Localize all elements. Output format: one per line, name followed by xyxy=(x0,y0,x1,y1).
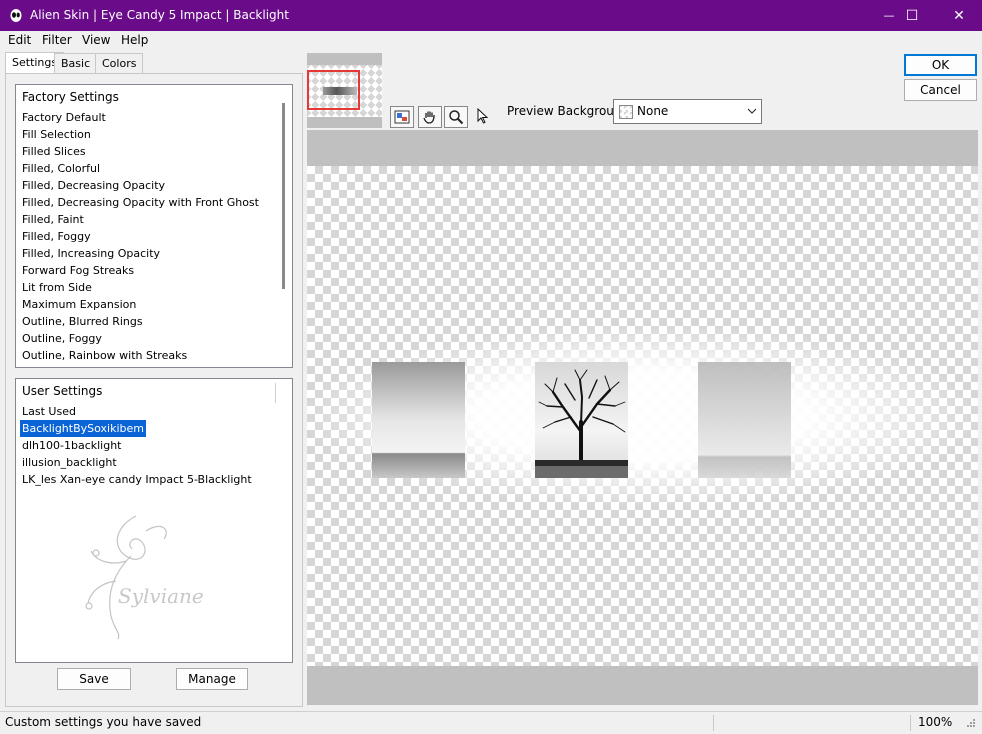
list-item[interactable]: Outline, Foggy xyxy=(22,330,102,347)
list-item[interactable]: Fill Selection xyxy=(22,126,91,143)
hand-icon xyxy=(423,111,435,124)
list-item[interactable]: Outline, Blurred Rings xyxy=(22,313,143,330)
menu-view[interactable]: View xyxy=(82,33,110,47)
navigator-thumbnail[interactable] xyxy=(307,53,382,128)
close-icon: ✕ xyxy=(953,7,965,24)
title-bar[interactable]: Alien Skin | Eye Candy 5 Impact | Backli… xyxy=(0,0,982,31)
preview-toggle-icon xyxy=(394,110,410,124)
close-button[interactable]: ✕ xyxy=(936,0,982,31)
list-item[interactable]: Maximum Expansion xyxy=(22,296,136,313)
swatch-icon xyxy=(619,105,633,119)
list-item[interactable]: Filled, Decreasing Opacity with Front Gh… xyxy=(22,194,259,211)
menu-help[interactable]: Help xyxy=(121,33,148,47)
preview-background-value: None xyxy=(637,104,669,118)
preview-area[interactable] xyxy=(307,130,978,705)
preview-toggle-button[interactable] xyxy=(390,106,414,128)
arrow-pointer-icon xyxy=(477,108,489,124)
ok-button[interactable]: OK xyxy=(904,54,977,76)
factory-list-scrollbar[interactable] xyxy=(282,103,285,289)
save-button[interactable]: Save xyxy=(57,668,131,690)
zoom-level: 100% xyxy=(918,715,953,729)
list-item[interactable]: LK_les Xan-eye candy Impact 5-Blacklight xyxy=(22,471,252,488)
magnifier-icon xyxy=(449,110,464,125)
tree-silhouette xyxy=(535,369,628,478)
list-item[interactable]: Filled, Colorful xyxy=(22,160,100,177)
status-separator xyxy=(713,715,714,731)
status-separator xyxy=(910,715,911,731)
list-item[interactable]: Filled, Increasing Opacity xyxy=(22,245,160,262)
user-settings-list[interactable]: User Settings Last Used BacklightBySoxik… xyxy=(15,378,293,663)
preview-canvas[interactable] xyxy=(307,166,978,666)
maximize-icon: ☐ xyxy=(905,7,919,24)
list-item[interactable]: Filled, Decreasing Opacity xyxy=(22,177,165,194)
list-item[interactable]: Factory Default xyxy=(22,109,106,126)
list-item[interactable]: dlh100-1backlight xyxy=(22,437,122,454)
user-settings-header: User Settings xyxy=(22,384,103,398)
cancel-button[interactable]: Cancel xyxy=(904,79,977,101)
list-item[interactable]: Outline, Rainbow with Streaks xyxy=(22,347,187,364)
menu-filter[interactable]: Filter xyxy=(42,33,72,47)
maximize-button[interactable]: ☐ xyxy=(889,0,935,31)
zoom-tool-button[interactable] xyxy=(444,106,468,128)
header-divider xyxy=(275,383,276,403)
resize-grip-icon[interactable] xyxy=(964,718,976,730)
pointer-tool-button[interactable] xyxy=(472,106,494,126)
list-item[interactable]: Last Used xyxy=(22,403,76,420)
list-item[interactable]: illusion_backlight xyxy=(22,454,117,471)
alien-skin-app-icon xyxy=(10,9,22,22)
tab-colors[interactable]: Colors xyxy=(95,53,144,74)
watermark-text: Sylviane xyxy=(118,584,204,608)
chevron-down-icon xyxy=(747,108,757,114)
factory-settings-header: Factory Settings xyxy=(22,90,119,104)
status-bar: Custom settings you have saved 100% xyxy=(0,711,982,734)
preview-frame-right xyxy=(698,362,791,478)
manage-button[interactable]: Manage xyxy=(176,668,248,690)
navigator-view-rectangle[interactable] xyxy=(307,70,360,110)
menu-edit[interactable]: Edit xyxy=(8,33,31,47)
preview-frame-center xyxy=(535,362,628,478)
preview-frame-left xyxy=(372,362,465,478)
window-title: Alien Skin | Eye Candy 5 Impact | Backli… xyxy=(30,8,289,22)
hand-tool-button[interactable] xyxy=(418,106,442,128)
preview-background-select[interactable]: None xyxy=(613,99,762,124)
tab-basic[interactable]: Basic xyxy=(54,53,98,74)
list-item[interactable]: Lit from Side xyxy=(22,279,92,296)
list-item[interactable]: Forward Fog Streaks xyxy=(22,262,134,279)
list-item-selected[interactable]: BacklightBySoxikibem xyxy=(19,419,147,438)
status-text: Custom settings you have saved xyxy=(5,715,202,729)
list-item[interactable]: Filled, Faint xyxy=(22,211,84,228)
sylviane-watermark: Sylviane xyxy=(85,515,204,640)
list-item[interactable]: Filled Slices xyxy=(22,143,86,160)
factory-settings-list[interactable]: Factory Settings Factory Default Fill Se… xyxy=(15,84,293,368)
list-item[interactable]: Filled, Foggy xyxy=(22,228,91,245)
menu-bar: Edit Filter View Help xyxy=(0,31,982,51)
